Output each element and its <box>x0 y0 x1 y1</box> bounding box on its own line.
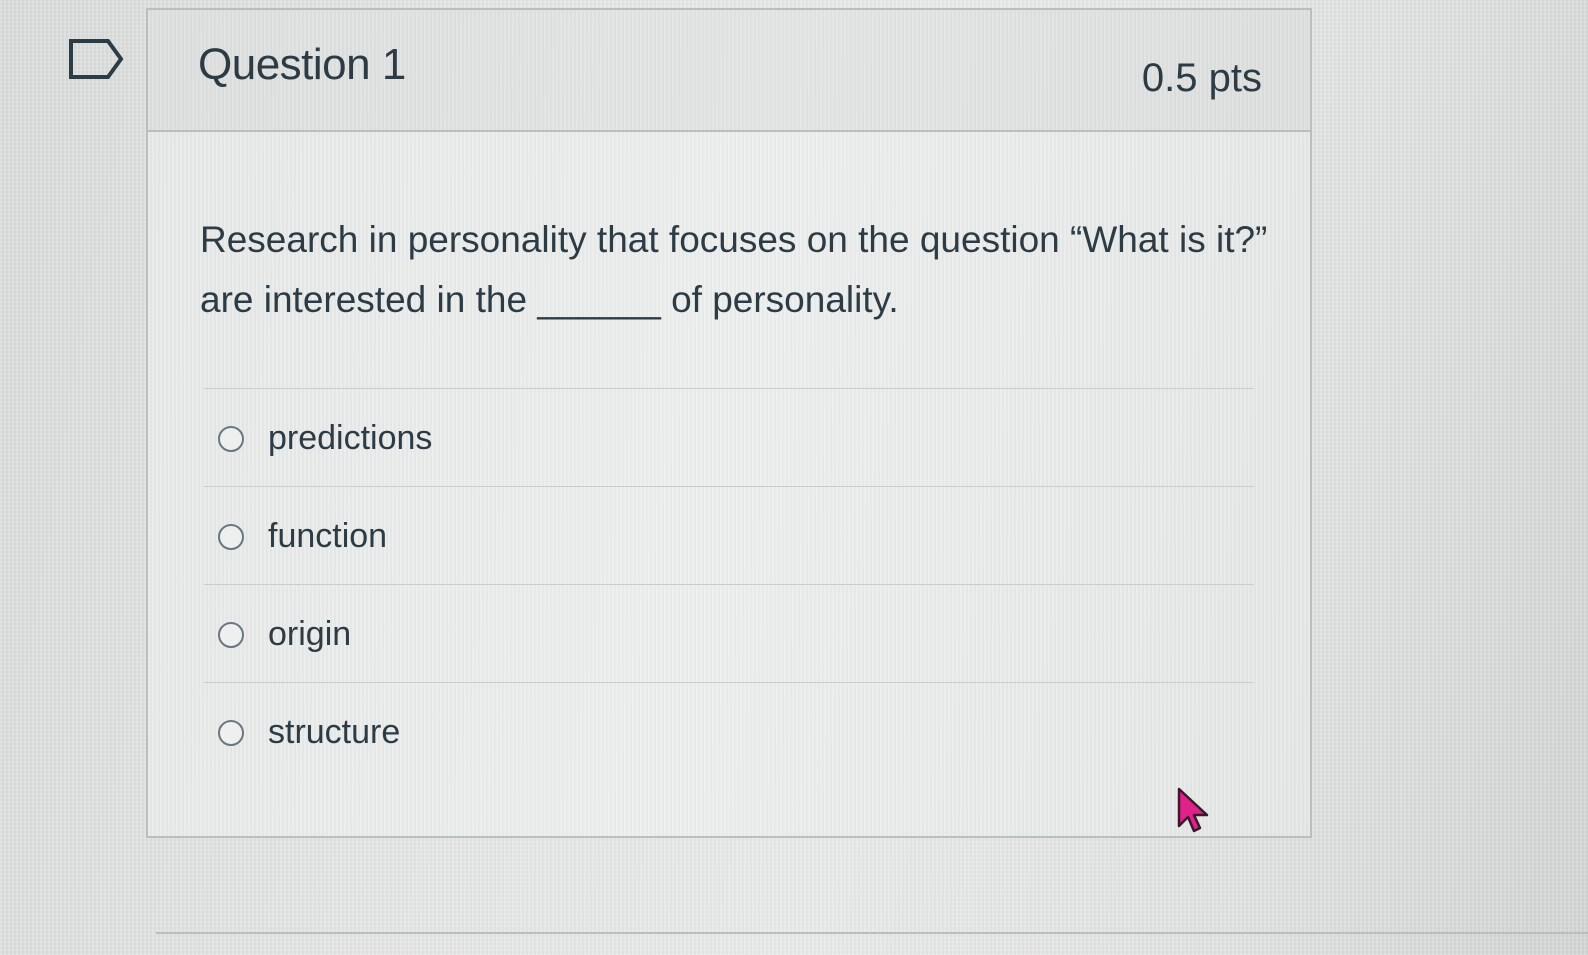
radio-button[interactable] <box>218 720 244 746</box>
question-points: 0.5 pts <box>1141 56 1262 100</box>
mouse-pointer-icon <box>1176 786 1212 834</box>
radio-button[interactable] <box>218 426 244 452</box>
flag-question-icon[interactable] <box>68 38 124 80</box>
radio-button[interactable] <box>218 524 244 550</box>
answer-option-predictions[interactable]: predictions <box>204 388 1254 486</box>
answer-label[interactable]: predictions <box>268 419 432 458</box>
radio-button[interactable] <box>218 622 244 648</box>
question-card: Question 1 0.5 pts Research in personali… <box>146 8 1312 838</box>
question-header: Question 1 0.5 pts <box>148 10 1310 132</box>
answer-label[interactable]: structure <box>268 713 400 752</box>
answer-option-function[interactable]: function <box>204 486 1254 584</box>
next-card-edge <box>156 932 1588 955</box>
question-text: Research in personality that focuses on … <box>200 219 1268 320</box>
question-title: Question 1 <box>198 40 406 89</box>
answer-label[interactable]: origin <box>268 615 351 654</box>
answer-label[interactable]: function <box>268 517 387 556</box>
answer-list: predictions function origin structure <box>204 388 1254 780</box>
answer-option-origin[interactable]: origin <box>204 584 1254 682</box>
answer-option-structure[interactable]: structure <box>204 682 1254 780</box>
